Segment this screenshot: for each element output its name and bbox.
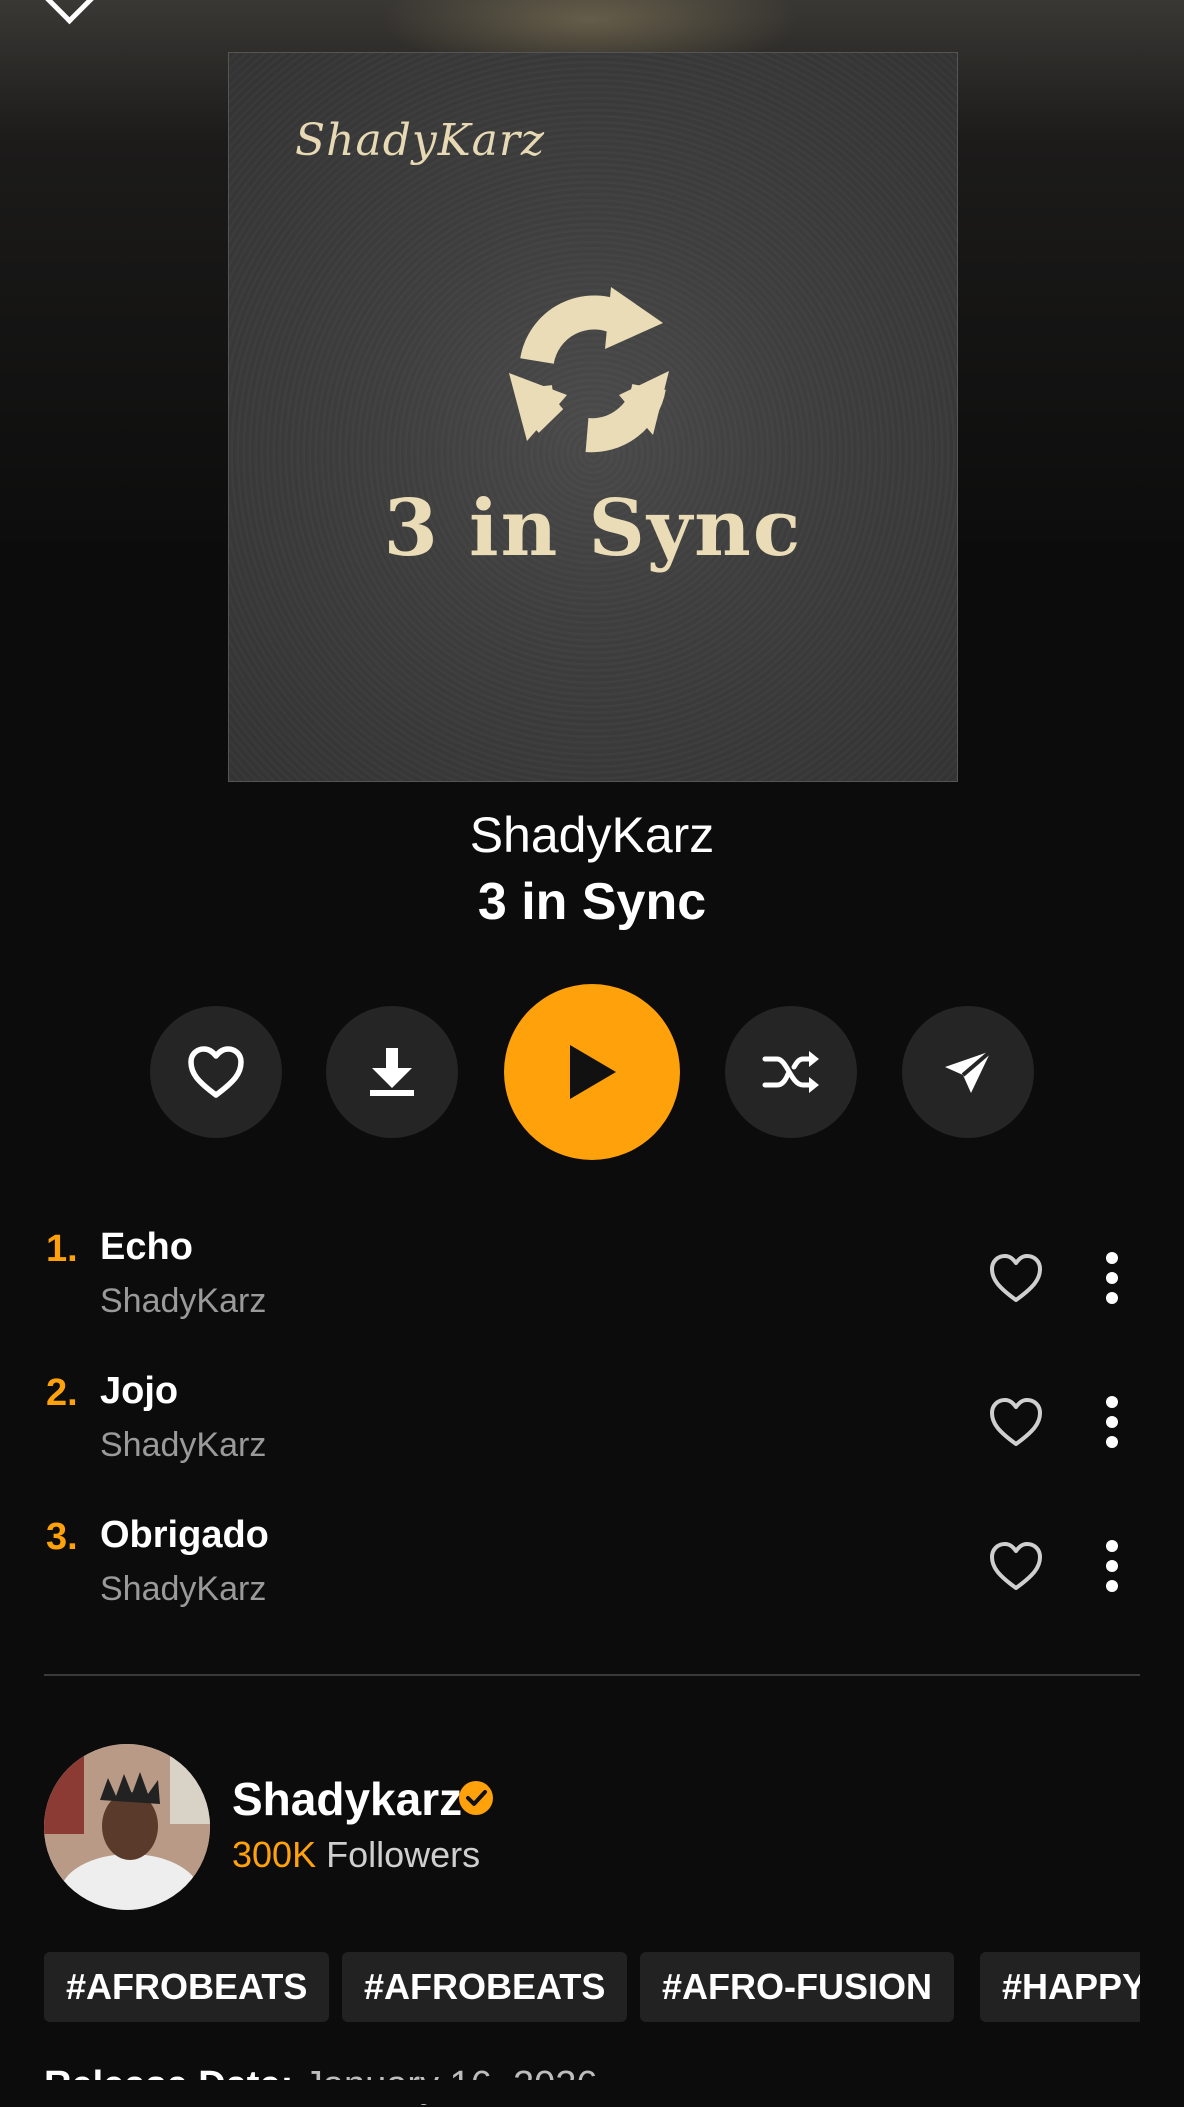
genre-tag[interactable]: #AFROBEATS xyxy=(342,1952,628,2022)
track-artist: ShadyKarz xyxy=(100,1570,267,1608)
track-title: Echo xyxy=(100,1226,193,1268)
cover-signature: ShadyKarz xyxy=(295,115,546,166)
more-options-icon[interactable] xyxy=(1100,1538,1124,1594)
track-artist: ShadyKarz xyxy=(100,1426,267,1464)
like-button[interactable] xyxy=(150,1006,282,1138)
track-title: Jojo xyxy=(100,1370,179,1412)
shuffle-icon xyxy=(762,1051,819,1093)
genre-tag[interactable]: #HAPPY xyxy=(980,1952,1140,2022)
track-title: Obrigado xyxy=(100,1514,269,1556)
album-title: 3 in Sync xyxy=(477,873,707,931)
play-button[interactable] xyxy=(504,984,680,1160)
track-row[interactable]: 2. Jojo ShadyKarz xyxy=(0,1370,1184,1500)
heart-icon[interactable] xyxy=(988,1540,1044,1592)
sync-arrows-icon xyxy=(509,287,669,453)
play-icon xyxy=(570,1045,616,1099)
download-button[interactable] xyxy=(326,1006,458,1138)
more-options-icon[interactable] xyxy=(1100,1250,1124,1306)
album-artist[interactable]: ShadyKarz xyxy=(0,806,1184,864)
download-icon xyxy=(370,1048,414,1096)
genre-tag[interactable]: #AFRO-FUSION xyxy=(640,1952,954,2022)
cover-title: 3 in Sync xyxy=(383,483,803,574)
more-options-icon[interactable] xyxy=(1100,1394,1124,1450)
heart-icon[interactable] xyxy=(988,1252,1044,1304)
shuffle-button[interactable] xyxy=(725,1006,857,1138)
bottom-edge xyxy=(0,2080,1184,2104)
send-icon xyxy=(945,1049,993,1093)
verified-badge-icon xyxy=(459,1781,493,1815)
track-row[interactable]: 1. Echo ShadyKarz xyxy=(0,1226,1184,1356)
album-cover: ShadyKarz 3 in Sync xyxy=(228,52,958,782)
profile-name[interactable]: Shadykarz xyxy=(232,1772,462,1826)
artist-photo xyxy=(44,1744,210,1910)
track-artist: ShadyKarz xyxy=(100,1282,267,1320)
track-number: 2. xyxy=(46,1372,78,1414)
section-divider xyxy=(44,1674,1140,1676)
followers-number: 300K xyxy=(232,1834,317,1875)
track-number: 3. xyxy=(46,1516,78,1558)
genre-tags: #AFROBEATS #AFROBEATS #AFRO-FUSION #HAPP… xyxy=(44,1952,1140,2024)
avatar[interactable] xyxy=(44,1744,210,1910)
genre-tag[interactable]: #AFROBEATS xyxy=(44,1952,330,2022)
heart-icon xyxy=(188,1046,244,1098)
followers-label: Followers xyxy=(326,1834,481,1875)
track-number: 1. xyxy=(46,1228,78,1270)
share-button[interactable] xyxy=(902,1006,1034,1138)
track-row[interactable]: 3. Obrigado ShadyKarz xyxy=(0,1514,1184,1644)
heart-icon[interactable] xyxy=(988,1396,1044,1448)
followers-count: 300K Followers xyxy=(232,1834,480,1876)
